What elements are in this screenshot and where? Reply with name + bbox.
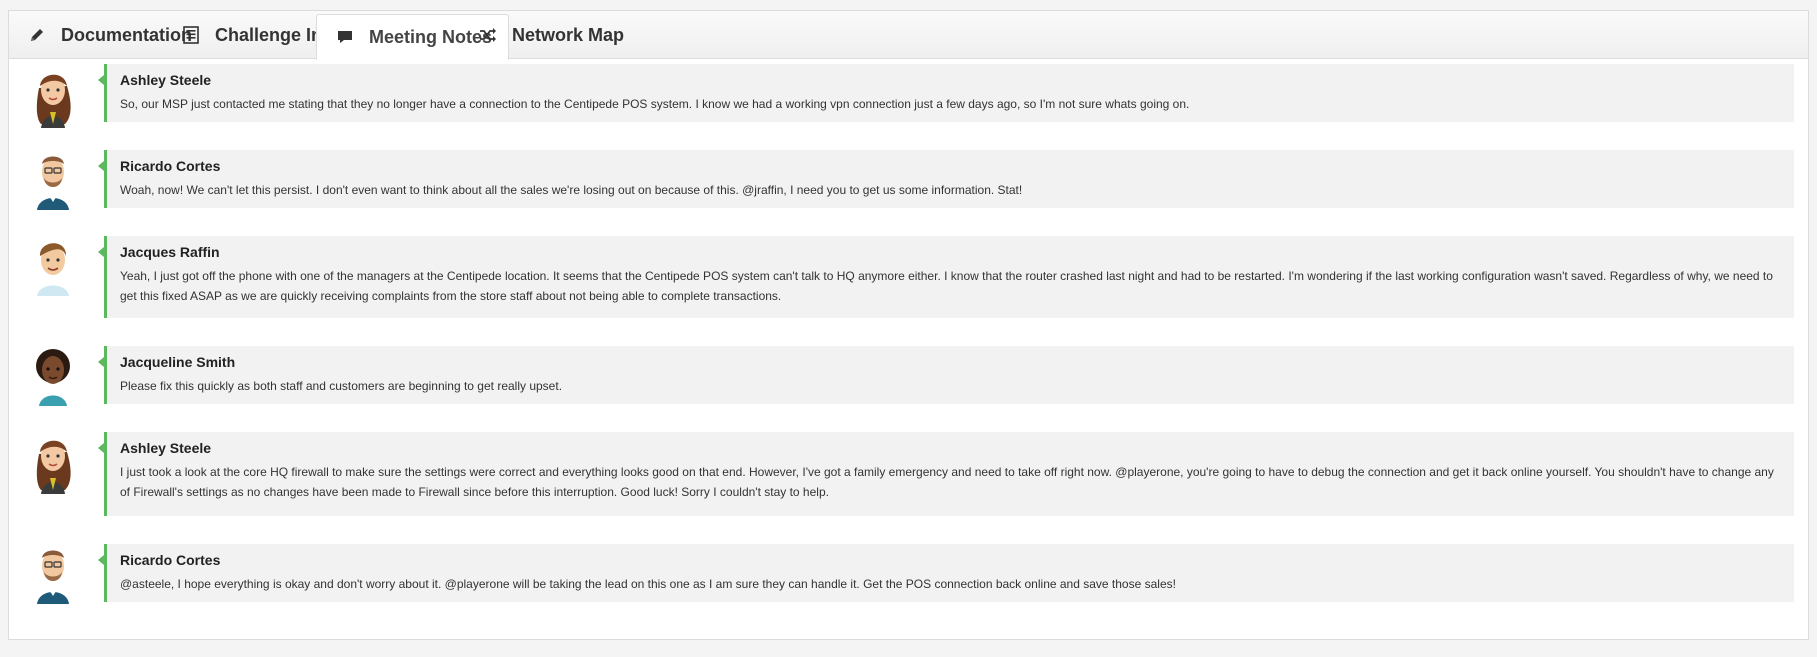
message-text: So, our MSP just contacted me stating th… bbox=[120, 97, 1190, 111]
author-name: Ashley Steele bbox=[120, 72, 212, 88]
avatar bbox=[31, 434, 75, 494]
message-bubble: Ricardo Cortes @asteele, I hope everythi… bbox=[98, 544, 1794, 602]
meeting-notes-panel: Documentation Challenge Info Meeting Not… bbox=[8, 10, 1809, 640]
message-text: @asteele, I hope everything is okay and … bbox=[120, 577, 1176, 591]
pencil-icon bbox=[27, 25, 47, 45]
message-bubble: Jacques Raffin Yeah, I just got off the … bbox=[98, 236, 1794, 318]
message-text: Woah, now! We can't let this persist. I … bbox=[120, 183, 1023, 197]
author-name: Ricardo Cortes bbox=[120, 158, 221, 174]
avatar bbox=[31, 544, 75, 604]
author-name: Ashley Steele bbox=[120, 440, 212, 456]
comment-icon bbox=[335, 27, 355, 47]
message-bubble: Ricardo Cortes Woah, now! We can't let t… bbox=[98, 150, 1794, 208]
message-bubble: Ashley Steele I just took a look at the … bbox=[98, 432, 1794, 516]
avatar bbox=[31, 68, 75, 128]
message-text: Yeah, I just got off the phone with one … bbox=[120, 269, 1773, 303]
shuffle-icon bbox=[478, 25, 498, 45]
list-icon bbox=[181, 25, 201, 45]
message-text: Please fix this quickly as both staff an… bbox=[120, 379, 563, 393]
avatar bbox=[31, 150, 75, 210]
message-bubble: Jacqueline Smith Please fix this quickly… bbox=[98, 346, 1794, 404]
avatar bbox=[31, 236, 75, 296]
tab-label: Network Map bbox=[512, 24, 625, 45]
tab-network-map[interactable]: Network Map bbox=[460, 11, 640, 59]
message-text: I just took a look at the core HQ firewa… bbox=[120, 465, 1774, 499]
tab-bar: Documentation Challenge Info Meeting Not… bbox=[9, 11, 1808, 60]
avatar bbox=[31, 346, 75, 406]
message-bubble: Ashley Steele So, our MSP just contacted… bbox=[98, 64, 1794, 122]
author-name: Jacques Raffin bbox=[120, 244, 220, 260]
author-name: Ricardo Cortes bbox=[120, 552, 221, 568]
author-name: Jacqueline Smith bbox=[120, 354, 236, 370]
